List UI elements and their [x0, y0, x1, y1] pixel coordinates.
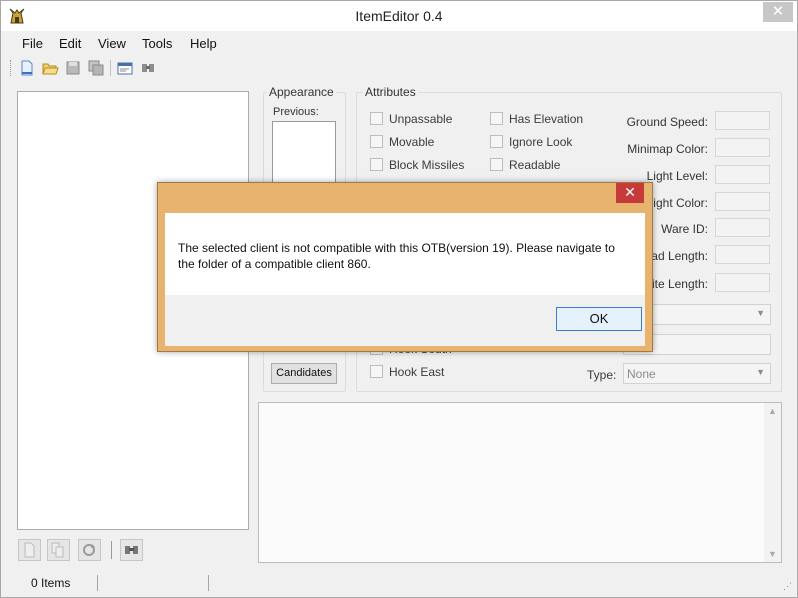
find-item-icon[interactable]: [139, 59, 157, 77]
minimap-color-label: Minimap Color:: [627, 142, 708, 156]
light-color-field[interactable]: [715, 192, 770, 211]
type-combo-value: None: [627, 367, 656, 381]
max-read-length-field[interactable]: [715, 245, 770, 264]
find-button[interactable]: [120, 539, 143, 561]
dialog-body: The selected client is not compatible wi…: [165, 213, 645, 346]
chevron-down-icon: ▼: [756, 308, 765, 318]
menu-help[interactable]: Help: [190, 36, 217, 51]
error-dialog: ✕ The selected client is not compatible …: [157, 182, 653, 352]
movable-checkbox[interactable]: [370, 135, 383, 148]
appearance-legend: Appearance: [267, 85, 336, 99]
previous-label: Previous:: [273, 106, 319, 118]
items-count: 0 Items: [31, 576, 71, 590]
has-elevation-checkbox[interactable]: [490, 112, 503, 125]
item-view-icon[interactable]: [116, 59, 134, 77]
save-all-icon[interactable]: [87, 59, 105, 77]
light-level-label: Light Level:: [646, 169, 708, 183]
output-log[interactable]: ▲ ▼: [258, 402, 782, 563]
menu-edit[interactable]: Edit: [59, 36, 81, 51]
type-combo[interactable]: None ▼: [623, 363, 771, 384]
toolbar-separator: [110, 60, 111, 76]
block-missiles-checkbox[interactable]: [370, 158, 383, 171]
new-file-icon[interactable]: [18, 59, 36, 77]
vertical-scrollbar[interactable]: ▲ ▼: [764, 403, 781, 562]
readable-label: Readable: [509, 158, 561, 172]
window-title: ItemEditor 0.4: [355, 8, 443, 24]
status-cell-2: [98, 575, 209, 591]
new-item-button[interactable]: [18, 539, 41, 561]
minimap-color-field[interactable]: [715, 138, 770, 157]
dialog-message: The selected client is not compatible wi…: [178, 241, 615, 271]
dialog-message-area: The selected client is not compatible wi…: [165, 213, 645, 295]
hook-east-checkbox[interactable]: [370, 365, 383, 378]
menu-bar: File Edit View Tools Help: [1, 33, 797, 55]
light-level-field[interactable]: [715, 165, 770, 184]
candidates-button[interactable]: Candidates: [271, 363, 337, 384]
save-icon[interactable]: [64, 59, 82, 77]
ignore-look-checkbox[interactable]: [490, 135, 503, 148]
ground-speed-label: Ground Speed:: [626, 115, 708, 129]
bottom-separator: [111, 541, 112, 559]
duplicate-item-button[interactable]: [47, 539, 70, 561]
movable-label: Movable: [389, 135, 435, 149]
binoculars-icon: [125, 546, 138, 554]
unpassable-checkbox[interactable]: [370, 112, 383, 125]
ok-button[interactable]: OK: [556, 307, 642, 331]
menu-file[interactable]: File: [22, 36, 43, 51]
type-label: Type:: [587, 368, 617, 382]
scroll-up-icon[interactable]: ▲: [768, 406, 777, 416]
unpassable-label: Unpassable: [389, 112, 453, 126]
new-item-icon: [24, 542, 35, 558]
reload-icon: [83, 544, 95, 556]
previous-sprite-box: [272, 121, 336, 185]
hook-east-label: Hook East: [389, 365, 445, 379]
ware-id-field[interactable]: [715, 218, 770, 237]
attributes-legend: Attributes: [363, 85, 418, 99]
menu-tools[interactable]: Tools: [142, 36, 172, 51]
duplicate-item-icon: [51, 542, 64, 558]
open-folder-icon[interactable]: [41, 59, 59, 77]
chevron-down-icon: ▼: [756, 367, 765, 377]
readable-checkbox[interactable]: [490, 158, 503, 171]
status-bar: 0 Items ⋰: [1, 571, 797, 597]
block-missiles-label: Block Missiles: [389, 158, 465, 172]
dialog-close-button[interactable]: ✕: [616, 183, 644, 203]
max-write-length-field[interactable]: [715, 273, 770, 292]
title-bar: ItemEditor 0.4 ✕: [1, 1, 797, 31]
window-close-button[interactable]: ✕: [763, 2, 793, 22]
toolbar-grip[interactable]: [10, 60, 13, 76]
has-elevation-label: Has Elevation: [509, 112, 584, 126]
resize-grip-icon[interactable]: ⋰: [783, 581, 793, 591]
main-window: ItemEditor 0.4 ✕ File Edit View Tools He…: [0, 0, 798, 598]
ground-speed-field[interactable]: [715, 111, 770, 130]
toolbar: [1, 57, 797, 81]
ignore-look-label: Ignore Look: [509, 135, 573, 149]
scroll-down-icon[interactable]: ▼: [768, 549, 777, 559]
menu-view[interactable]: View: [98, 36, 126, 51]
reload-item-button[interactable]: [78, 539, 101, 561]
